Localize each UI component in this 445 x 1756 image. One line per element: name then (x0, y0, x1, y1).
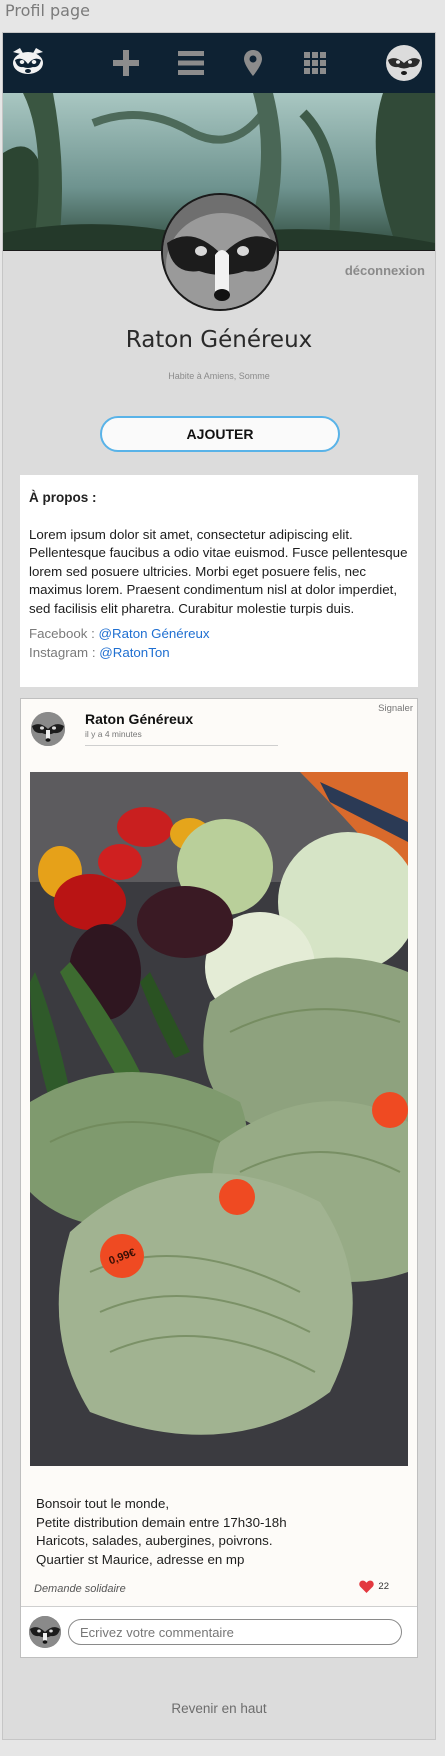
logo-raccoon-icon[interactable] (3, 33, 53, 93)
grid-icon[interactable] (290, 33, 340, 93)
post-author-avatar[interactable] (31, 712, 65, 746)
top-navbar (3, 33, 435, 93)
instagram-link[interactable]: @RatonTon (99, 645, 169, 660)
profile-location: Habite à Amiens, Somme (168, 371, 270, 381)
post-line: Quartier st Maurice, adresse en mp (36, 1551, 245, 1567)
commenter-avatar (29, 1616, 61, 1648)
comment-input[interactable] (68, 1619, 402, 1645)
about-text: Lorem ipsum dolor sit amet, consectetur … (29, 526, 408, 616)
about-card: À propos : Lorem ipsum dolor sit amet, c… (20, 475, 418, 687)
heart-icon (359, 1580, 375, 1593)
post-card: Signaler Raton Généreux il y a 4 minutes (20, 698, 418, 1658)
logout-link[interactable]: déconnexion (345, 263, 425, 278)
back-to-top-link[interactable]: Revenir en haut (3, 1701, 435, 1716)
profile-avatar-icon[interactable] (379, 33, 429, 93)
post-line: Petite distribution demain entre 17h30-1… (36, 1514, 287, 1530)
post-header-divider (85, 745, 278, 746)
social-links: Facebook : @Raton Généreux Instagram : @… (29, 624, 409, 662)
post-body: Bonsoir tout le monde, Petite distributi… (36, 1495, 287, 1569)
post-timestamp: il y a 4 minutes (85, 729, 142, 739)
likes-count: 22 (378, 1581, 389, 1592)
comment-section (21, 1606, 417, 1657)
report-link[interactable]: Signaler (378, 703, 413, 714)
profile-avatar-large (161, 193, 279, 311)
post-line: Bonsoir tout le monde, (36, 1496, 170, 1511)
menu-list-icon[interactable] (166, 33, 216, 93)
add-friend-button[interactable]: AJOUTER (100, 416, 340, 452)
profile-name: Raton Généreux (125, 327, 313, 353)
post-category-tag: Demande solidaire (34, 1583, 126, 1595)
about-title: À propos : (29, 490, 97, 505)
add-post-icon[interactable] (101, 33, 151, 93)
page-label: Profil page (5, 1, 90, 20)
facebook-link[interactable]: @Raton Généreux (99, 626, 210, 641)
post-author-name[interactable]: Raton Généreux (85, 711, 193, 727)
instagram-label: Instagram : (29, 645, 96, 660)
location-pin-icon[interactable] (228, 33, 278, 93)
facebook-label: Facebook : (29, 626, 95, 641)
post-line: Haricots, salades, aubergines, poivrons. (36, 1533, 273, 1548)
profile-page-frame: déconnexion Raton Généreux Habite à Amie… (2, 32, 436, 1740)
post-photo-vegetables[interactable]: 0,99€ (30, 772, 408, 1466)
like-button[interactable]: 22 (359, 1580, 389, 1593)
